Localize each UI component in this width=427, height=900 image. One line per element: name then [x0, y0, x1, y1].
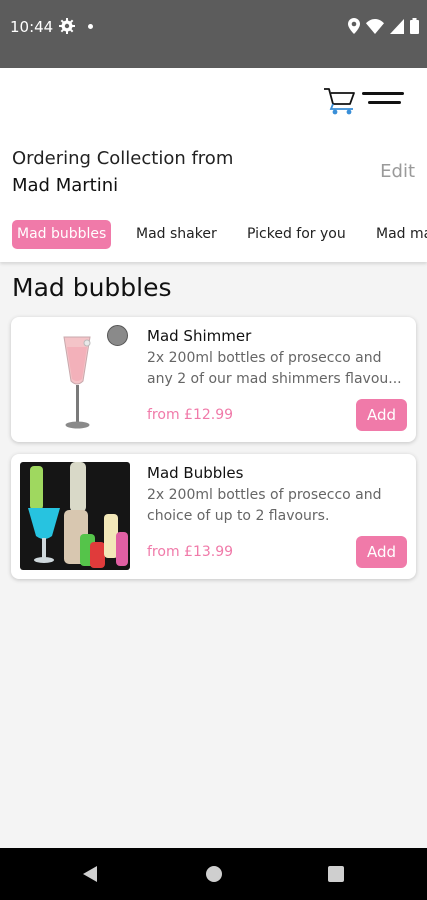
gear-icon: [59, 18, 75, 34]
notification-dot-icon: [88, 24, 93, 29]
cart-icon[interactable]: [322, 86, 358, 116]
menu-icon[interactable]: [362, 90, 406, 112]
ordering-label: Ordering Collection from: [12, 148, 234, 169]
product-description: 2x 200ml bottles of prosecco and choice …: [147, 487, 382, 524]
wifi-icon: [366, 18, 384, 34]
product-image-mad-bubbles[interactable]: [20, 462, 130, 570]
product-price: from £13.99: [147, 544, 234, 560]
navigation-bar: [0, 848, 427, 900]
product-name: Mad Bubbles: [147, 464, 244, 482]
add-button[interactable]: Add: [356, 536, 407, 568]
recents-icon[interactable]: [328, 866, 344, 882]
tab-mad-shaker[interactable]: Mad shaker: [136, 220, 217, 249]
tab-mad-bubbles[interactable]: Mad bubbles: [12, 220, 112, 249]
status-time: 10:44: [10, 18, 54, 36]
add-button[interactable]: Add: [356, 399, 407, 431]
home-icon[interactable]: [206, 866, 222, 882]
badge-icon: [107, 325, 128, 346]
section-title: Mad bubbles: [12, 273, 172, 302]
battery-icon: [410, 18, 419, 34]
product-card[interactable]: Mad Shimmer 2x 200ml bottles of prosecco…: [11, 317, 416, 442]
back-icon[interactable]: [82, 865, 98, 883]
status-bar: 10:44: [0, 0, 427, 68]
product-card[interactable]: Mad Bubbles 2x 200ml bottles of prosecco…: [11, 454, 416, 579]
location-icon: [348, 18, 360, 34]
tab-picked-for-you[interactable]: Picked for you: [247, 220, 346, 249]
store-name: Mad Martini: [12, 175, 119, 196]
product-name: Mad Shimmer: [147, 327, 252, 345]
app-header: Ordering Collection from Mad Martini Edi…: [0, 68, 427, 262]
signal-icon: [390, 18, 404, 34]
status-icons: [348, 17, 419, 35]
tab-mad-ma[interactable]: Mad ma: [376, 220, 427, 249]
product-description: 2x 200ml bottles of prosecco and any 2 o…: [147, 350, 402, 387]
product-price: from £12.99: [147, 407, 234, 423]
edit-button[interactable]: Edit: [380, 161, 415, 182]
category-tabs: Mad bubbles Mad shaker Picked for you Ma…: [0, 218, 427, 254]
